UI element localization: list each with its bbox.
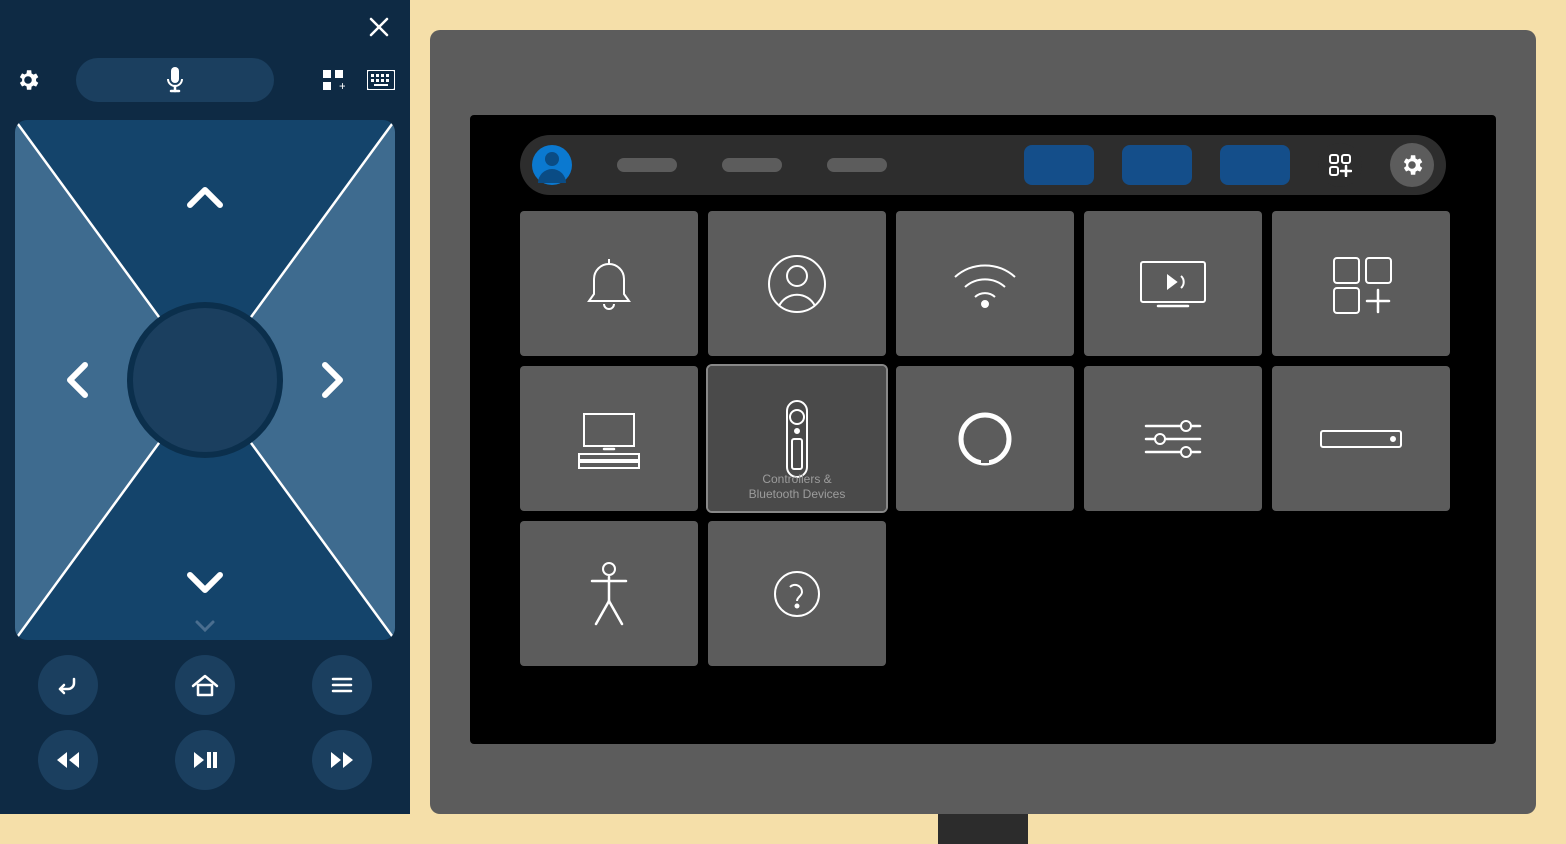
account-tile[interactable] — [708, 211, 886, 356]
alexa-tile[interactable] — [896, 366, 1074, 511]
controllers-tile[interactable]: Controllers & Bluetooth Devices — [708, 366, 886, 511]
tv-content: Controllers & Bluetooth Devices — [470, 115, 1496, 744]
dpad-select[interactable] — [130, 305, 280, 455]
nav-pill[interactable] — [827, 158, 887, 172]
nav-app-button[interactable] — [1024, 145, 1094, 185]
preferences-tile[interactable] — [1084, 366, 1262, 511]
home-button[interactable] — [175, 655, 235, 715]
remote-apps-button[interactable]: + — [314, 61, 352, 99]
tv-settings-button[interactable] — [1390, 143, 1434, 187]
network-tile[interactable] — [896, 211, 1074, 356]
keyboard-button[interactable] — [362, 61, 400, 99]
tv-screen: Controllers & Bluetooth Devices — [430, 30, 1536, 814]
tv-top-nav — [520, 135, 1446, 195]
remote-settings-button[interactable] — [10, 62, 46, 98]
back-button[interactable] — [38, 655, 98, 715]
voice-button[interactable] — [76, 58, 274, 102]
play-pause-button[interactable] — [175, 730, 235, 790]
menu-button[interactable] — [312, 655, 372, 715]
nav-pill[interactable] — [722, 158, 782, 172]
accessibility-tile[interactable] — [520, 521, 698, 666]
equipment-tile[interactable] — [520, 366, 698, 511]
remote-panel: + — [0, 0, 410, 814]
fast-forward-button[interactable] — [312, 730, 372, 790]
svg-text:+: + — [339, 79, 345, 92]
dpad — [15, 120, 395, 640]
close-remote-button[interactable] — [360, 8, 398, 46]
nav-app-button[interactable] — [1122, 145, 1192, 185]
nav-pill[interactable] — [617, 158, 677, 172]
display-sound-tile[interactable] — [1084, 211, 1262, 356]
nav-app-button[interactable] — [1220, 145, 1290, 185]
applications-tile[interactable] — [1272, 211, 1450, 356]
my-fire-tv-tile[interactable] — [1272, 366, 1450, 511]
profile-icon[interactable] — [532, 145, 572, 185]
tile-label: Controllers & Bluetooth Devices — [708, 472, 886, 501]
settings-grid: Controllers & Bluetooth Devices — [520, 211, 1450, 666]
rewind-button[interactable] — [38, 730, 98, 790]
apps-grid-button[interactable] — [1318, 143, 1362, 187]
notifications-tile[interactable] — [520, 211, 698, 356]
help-tile[interactable] — [708, 521, 886, 666]
